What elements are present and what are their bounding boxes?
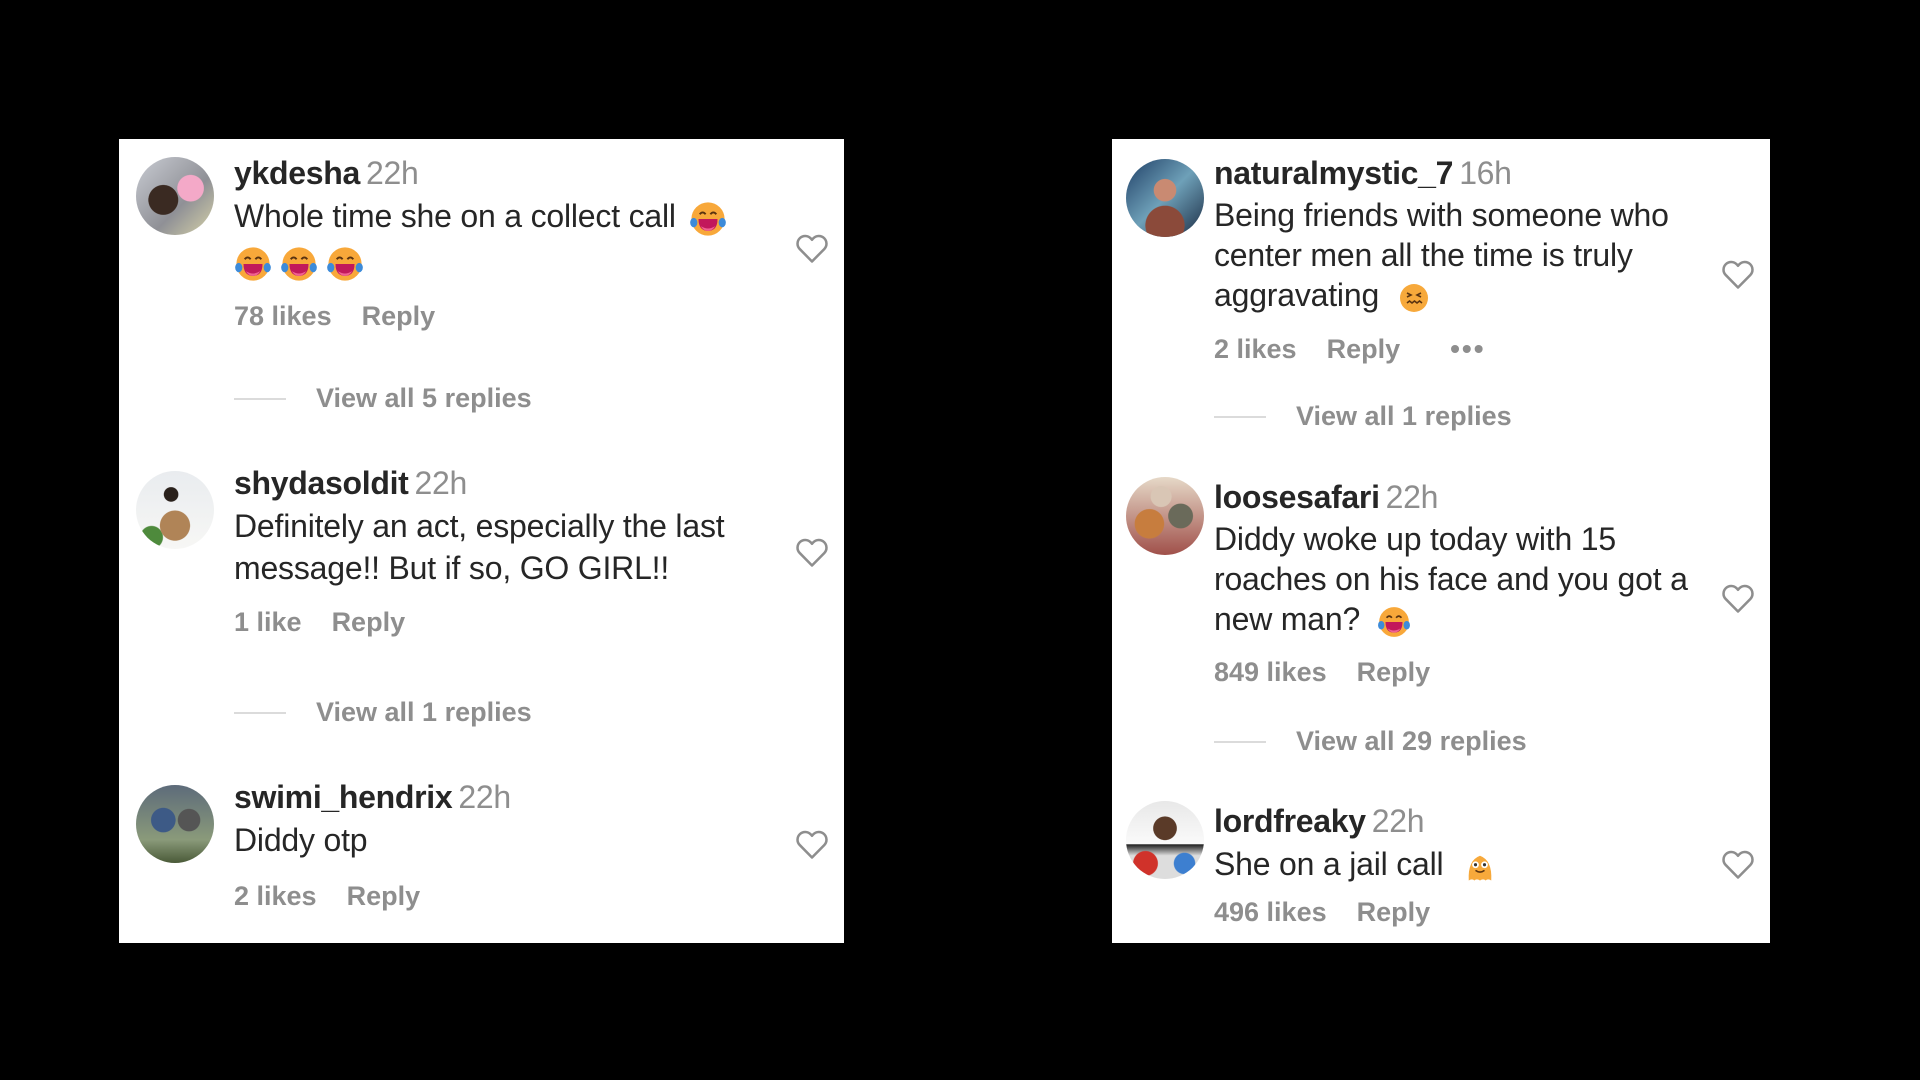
username[interactable]: lordfreaky — [1214, 803, 1366, 839]
confounded-face-icon — [1398, 282, 1430, 314]
reply-button[interactable]: Reply — [362, 301, 436, 332]
username[interactable]: naturalmystic_7 — [1214, 155, 1453, 191]
comment-text-line: message!! But if so, GO GIRL!! — [234, 550, 670, 586]
like-heart-icon[interactable] — [792, 229, 832, 267]
like-heart-icon[interactable] — [1718, 845, 1758, 883]
likes-count[interactable]: 849 likes — [1214, 657, 1327, 688]
avatar[interactable] — [136, 471, 214, 549]
more-options-icon[interactable]: ••• — [1450, 333, 1485, 365]
view-replies-link[interactable]: View all 29 replies — [1214, 726, 1527, 757]
likes-count[interactable]: 496 likes — [1214, 897, 1327, 928]
reply-button[interactable]: Reply — [1327, 334, 1401, 365]
timestamp: 22h — [414, 465, 468, 501]
comments-panel-left: ykdesha 22h Whole time she on a collect c… — [119, 139, 844, 943]
view-replies-label[interactable]: View all 5 replies — [316, 383, 532, 414]
comment-text-content: She on a jail call — [1214, 846, 1444, 882]
username[interactable]: shydasoldit — [234, 465, 409, 501]
view-replies-link[interactable]: View all 1 replies — [1214, 401, 1512, 432]
likes-count[interactable]: 78 likes — [234, 301, 332, 332]
username[interactable]: ykdesha — [234, 155, 360, 191]
comment-text-line: Definitely an act, especially the last — [234, 508, 725, 544]
avatar[interactable] — [136, 785, 214, 863]
divider-line — [234, 397, 286, 400]
username[interactable]: swimi_hendrix — [234, 779, 453, 815]
comment-text-content: Whole time she on a collect call — [234, 198, 676, 234]
timestamp: 22h — [365, 155, 419, 191]
avatar[interactable] — [1126, 159, 1204, 237]
like-heart-icon[interactable] — [792, 825, 832, 863]
face-with-tears-of-joy-icon — [689, 200, 727, 238]
face-with-tears-of-joy-icon — [234, 245, 272, 283]
reply-button[interactable]: Reply — [1357, 657, 1431, 688]
likes-count[interactable]: 2 likes — [234, 881, 317, 912]
comment-text-line: Diddy woke up today with 15 — [1214, 521, 1616, 557]
likes-count[interactable]: 2 likes — [1214, 334, 1297, 365]
comment-text-line: Being friends with someone who — [1214, 197, 1669, 233]
comment-text: Being friends with someone who center me… — [1214, 195, 1690, 315]
timestamp: 16h — [1459, 155, 1512, 191]
like-heart-icon[interactable] — [1718, 579, 1758, 617]
avatar[interactable] — [136, 157, 214, 235]
comment-text: Diddy woke up today with 15 roaches on h… — [1214, 519, 1690, 639]
ghost-blob-smiley-icon — [1462, 849, 1498, 885]
face-with-tears-of-joy-icon — [1377, 605, 1411, 639]
view-replies-label[interactable]: View all 29 replies — [1296, 726, 1527, 757]
comments-panel-right: naturalmystic_7 16h Being friends with so… — [1112, 139, 1770, 943]
comment-text-line: aggravating — [1214, 277, 1380, 313]
reply-button[interactable]: Reply — [1357, 897, 1431, 928]
divider-line — [1214, 740, 1266, 743]
comment-text-line: center men all the time is truly — [1214, 237, 1633, 273]
view-replies-label[interactable]: View all 1 replies — [316, 697, 532, 728]
face-with-tears-of-joy-icon — [280, 245, 318, 283]
avatar[interactable] — [1126, 801, 1204, 879]
view-replies-label[interactable]: View all 1 replies — [1296, 401, 1512, 432]
comment-text: She on a jail call — [1214, 843, 1690, 885]
timestamp: 22h — [1385, 479, 1439, 515]
comment-text-line: new man? — [1214, 601, 1361, 637]
face-with-tears-of-joy-icon — [326, 245, 364, 283]
divider-line — [1214, 415, 1266, 418]
likes-count[interactable]: 1 like — [234, 607, 302, 638]
username[interactable]: loosesafari — [1214, 479, 1380, 515]
comment-text: Whole time she on a collect call — [234, 195, 764, 283]
divider-line — [234, 711, 286, 714]
avatar[interactable] — [1126, 477, 1204, 555]
like-heart-icon[interactable] — [792, 533, 832, 571]
comment-text-line: roaches on his face and you got a — [1214, 561, 1688, 597]
timestamp: 22h — [1371, 803, 1425, 839]
timestamp: 22h — [458, 779, 511, 815]
like-heart-icon[interactable] — [1718, 255, 1758, 293]
view-replies-link[interactable]: View all 1 replies — [234, 697, 532, 728]
view-replies-link[interactable]: View all 5 replies — [234, 383, 532, 414]
reply-button[interactable]: Reply — [332, 607, 406, 638]
reply-button[interactable]: Reply — [347, 881, 421, 912]
comment-text: Diddy otp — [234, 822, 368, 858]
comment-text: Definitely an act, especially the last m… — [234, 505, 764, 589]
